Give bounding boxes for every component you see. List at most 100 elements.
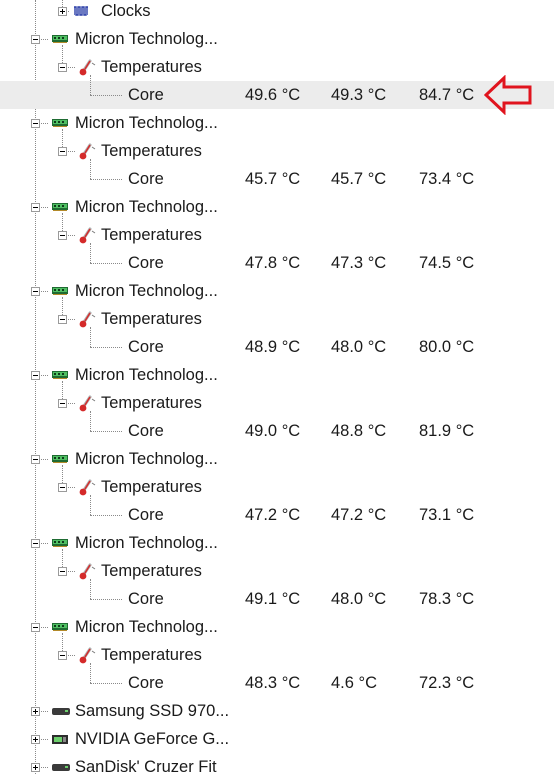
expand-button[interactable]: [58, 7, 67, 16]
thermometer-icon: [79, 59, 96, 75]
tree-line: [90, 599, 122, 600]
device-name: Micron Technolog...: [75, 618, 218, 636]
sensor-value: 49.0 °C: [245, 422, 301, 440]
memory-module-icon: [52, 371, 68, 379]
sensor-value: 47.8 °C: [245, 254, 301, 272]
sensor-max: 73.4 °C: [419, 170, 475, 188]
expand-button[interactable]: [31, 707, 40, 716]
device-name: Micron Technolog...: [75, 282, 218, 300]
thermometer-icon: [79, 395, 96, 411]
sensor-name: Core: [128, 86, 164, 104]
memory-module-icon: [52, 539, 68, 547]
device-name: Samsung SSD 970...: [75, 702, 230, 720]
tree-line: [90, 159, 91, 179]
sensor-value: 49.6 °C: [245, 86, 301, 104]
thermometer-icon: [79, 563, 96, 579]
sensor-max: 81.9 °C: [419, 422, 475, 440]
memory-module-icon: [52, 287, 68, 295]
device-name: Micron Technolog...: [75, 534, 218, 552]
collapse-button[interactable]: [58, 483, 67, 492]
group-label: Temperatures: [101, 478, 202, 496]
device-name: Micron Technolog...: [75, 198, 218, 216]
tree-line: [90, 663, 91, 683]
thermometer-icon: [79, 311, 96, 327]
thermometer-icon: [79, 143, 96, 159]
collapse-button[interactable]: [31, 203, 40, 212]
sensor-value: 49.1 °C: [245, 590, 301, 608]
collapse-button[interactable]: [58, 231, 67, 240]
tree-line: [90, 683, 122, 684]
collapse-button[interactable]: [31, 287, 40, 296]
clocks-label: Clocks: [101, 2, 151, 20]
sensor-name: Core: [128, 674, 164, 692]
tree-line: [90, 179, 122, 180]
sensor-name: Core: [128, 590, 164, 608]
collapse-button[interactable]: [58, 147, 67, 156]
device-name: Micron Technolog...: [75, 30, 218, 48]
collapse-button[interactable]: [31, 623, 40, 632]
collapse-button[interactable]: [31, 539, 40, 548]
sensor-min: 49.3 °C: [331, 86, 387, 104]
thermometer-icon: [79, 479, 96, 495]
device-name: Micron Technolog...: [75, 114, 218, 132]
sensor-min: 4.6 °C: [331, 674, 378, 692]
group-label: Temperatures: [101, 394, 202, 412]
group-label: Temperatures: [101, 310, 202, 328]
collapse-button[interactable]: [31, 35, 40, 44]
thermometer-icon: [79, 647, 96, 663]
expand-button[interactable]: [31, 735, 40, 744]
sensor-tree: Clocks Micron Technolog... Temperatures C…: [0, 0, 554, 776]
memory-module-icon: [52, 623, 68, 631]
device-name: Micron Technolog...: [75, 366, 218, 384]
device-name: Micron Technolog...: [75, 450, 218, 468]
sensor-value: 48.3 °C: [245, 674, 301, 692]
tree-line: [90, 515, 122, 516]
device-name: SanDisk' Cruzer Fit: [75, 758, 217, 776]
sensor-value: 45.7 °C: [245, 170, 301, 188]
sensor-name: Core: [128, 422, 164, 440]
sensor-value: 48.9 °C: [245, 338, 301, 356]
tree-line: [90, 327, 91, 347]
device-name: NVIDIA GeForce G...: [75, 730, 230, 748]
tree-line: [90, 95, 122, 96]
tree-line: [90, 243, 91, 263]
sensor-max: 78.3 °C: [419, 590, 475, 608]
sensor-min: 48.0 °C: [331, 338, 387, 356]
group-label: Temperatures: [101, 562, 202, 580]
group-label: Temperatures: [101, 646, 202, 664]
collapse-button[interactable]: [58, 63, 67, 72]
sensor-min: 47.3 °C: [331, 254, 387, 272]
sensor-name: Core: [128, 170, 164, 188]
collapse-button[interactable]: [58, 567, 67, 576]
sensor-max: 73.1 °C: [419, 506, 475, 524]
memory-module-icon: [52, 455, 68, 463]
drive-icon: [52, 763, 70, 771]
sensor-min: 48.8 °C: [331, 422, 387, 440]
thermometer-icon: [79, 227, 96, 243]
sensor-max: 80.0 °C: [419, 338, 475, 356]
collapse-button[interactable]: [58, 651, 67, 660]
sensor-min: 48.0 °C: [331, 590, 387, 608]
sensor-value: 47.2 °C: [245, 506, 301, 524]
sensor-max: 84.7 °C: [419, 86, 475, 104]
tree-line: [90, 75, 91, 95]
memory-module-icon: [52, 203, 68, 211]
collapse-button[interactable]: [31, 119, 40, 128]
collapse-button[interactable]: [31, 455, 40, 464]
tree-trunk-line: [35, 0, 36, 774]
tree-line: [90, 411, 91, 431]
gpu-card-icon: [52, 734, 68, 744]
tree-line: [90, 431, 122, 432]
sensor-name: Core: [128, 338, 164, 356]
tree-line: [90, 579, 91, 599]
expand-button[interactable]: [31, 763, 40, 772]
collapse-button[interactable]: [31, 371, 40, 380]
collapse-button[interactable]: [58, 399, 67, 408]
sensor-max: 74.5 °C: [419, 254, 475, 272]
sensor-name: Core: [128, 506, 164, 524]
memory-module-icon: [52, 35, 68, 43]
collapse-button[interactable]: [58, 315, 67, 324]
group-label: Temperatures: [101, 58, 202, 76]
sensor-max: 72.3 °C: [419, 674, 475, 692]
drive-icon: [52, 707, 70, 715]
